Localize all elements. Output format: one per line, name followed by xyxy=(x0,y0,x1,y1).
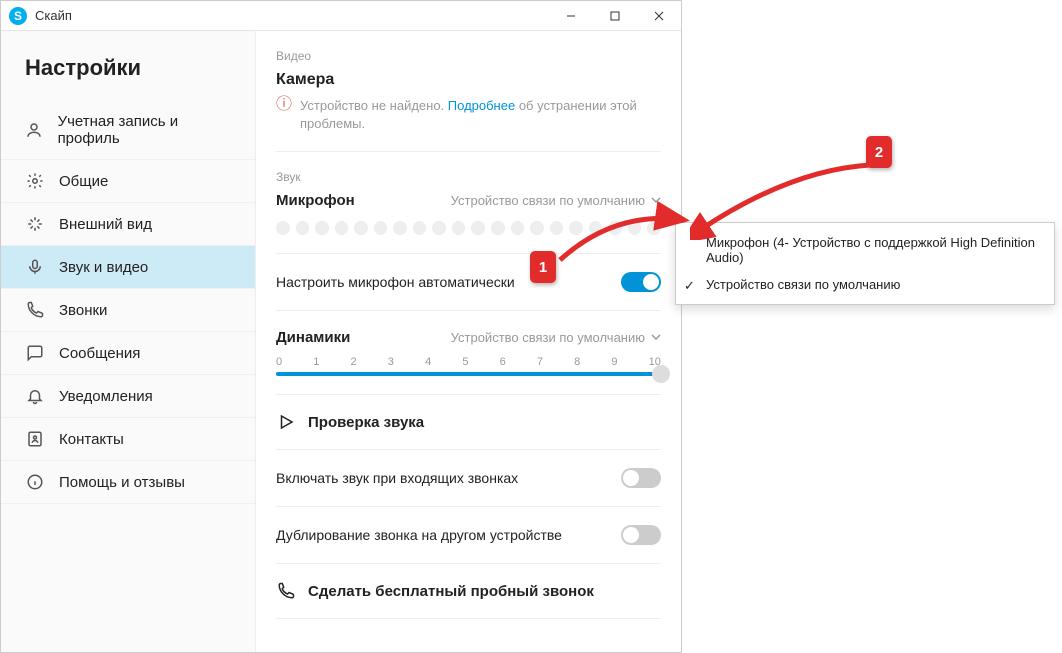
divider xyxy=(276,449,661,450)
slider-handle[interactable] xyxy=(652,365,670,383)
incoming-sound-toggle[interactable] xyxy=(621,468,661,488)
mic-option-default[interactable]: ✓ Устройство связи по умолчанию xyxy=(676,271,1054,298)
phone-icon xyxy=(276,582,296,600)
mic-title: Микрофон xyxy=(276,192,355,209)
mirror-call-toggle[interactable] xyxy=(621,525,661,545)
chevron-down-icon xyxy=(651,330,661,345)
app-window: S Скайп Настройки Учетная запись и профи… xyxy=(0,0,682,653)
play-icon xyxy=(276,413,296,431)
divider xyxy=(276,618,661,619)
maximize-button[interactable] xyxy=(593,1,637,31)
annotation-callout-1: 1 xyxy=(530,251,556,283)
sidebar-item-label: Учетная запись и профиль xyxy=(58,113,231,147)
annotation-arrow-2 xyxy=(690,160,880,240)
minimize-button[interactable] xyxy=(549,1,593,31)
sidebar-item-general[interactable]: Общие xyxy=(1,160,255,203)
sparkle-icon xyxy=(25,215,45,233)
skype-logo-icon: S xyxy=(9,7,27,25)
free-test-call-button[interactable]: Сделать бесплатный пробный звонок xyxy=(276,582,661,600)
info-icon xyxy=(25,473,45,491)
close-button[interactable] xyxy=(637,1,681,31)
sidebar-item-label: Звонки xyxy=(59,302,107,319)
sidebar-item-account[interactable]: Учетная запись и профиль xyxy=(1,101,255,160)
camera-title: Камера xyxy=(276,71,661,89)
incoming-sound-label: Включать звук при входящих звонках xyxy=(276,470,518,486)
auto-mic-toggle[interactable] xyxy=(621,272,661,292)
auto-mic-label: Настроить микрофон автоматически xyxy=(276,274,515,290)
sidebar-item-label: Контакты xyxy=(59,431,124,448)
learn-more-link[interactable]: Подробнее xyxy=(448,98,515,113)
contacts-icon xyxy=(25,430,45,448)
chat-icon xyxy=(25,344,45,362)
window-title: Скайп xyxy=(35,8,72,23)
window-controls xyxy=(549,1,681,31)
audio-section-label: Звук xyxy=(276,170,661,184)
sidebar-item-label: Помощь и отзывы xyxy=(59,474,185,491)
annotation-arrow-1 xyxy=(555,200,695,270)
camera-not-found: ⓘ Устройство не найдено. Подробнее об ус… xyxy=(276,97,661,133)
speakers-volume-slider[interactable]: 012345678910 xyxy=(276,356,661,376)
speakers-device-value: Устройство связи по умолчанию xyxy=(451,330,645,345)
check-icon: ✓ xyxy=(684,278,695,294)
phone-icon xyxy=(25,301,45,319)
titlebar: S Скайп xyxy=(1,1,681,31)
divider xyxy=(276,151,661,152)
main-panel: Видео Камера ⓘ Устройство не найдено. По… xyxy=(256,31,681,652)
settings-heading: Настройки xyxy=(1,55,255,101)
sidebar-item-label: Внешний вид xyxy=(59,216,152,233)
warning-icon: ⓘ xyxy=(276,97,292,113)
divider xyxy=(276,563,661,564)
sidebar-item-contacts[interactable]: Контакты xyxy=(1,418,255,461)
camera-not-found-text: Устройство не найдено. Подробнее об устр… xyxy=(300,97,661,133)
sidebar-item-label: Общие xyxy=(59,173,108,190)
mirror-call-label: Дублирование звонка на другом устройстве xyxy=(276,527,562,543)
divider xyxy=(276,506,661,507)
sidebar-item-messages[interactable]: Сообщения xyxy=(1,332,255,375)
sidebar-item-appearance[interactable]: Внешний вид xyxy=(1,203,255,246)
speakers-title: Динамики xyxy=(276,329,350,346)
window-body: Настройки Учетная запись и профиль Общие… xyxy=(1,31,681,652)
microphone-icon xyxy=(25,258,45,276)
video-section-label: Видео xyxy=(276,49,661,63)
divider xyxy=(276,310,661,311)
gear-icon xyxy=(25,172,45,190)
speakers-device-dropdown[interactable]: Устройство связи по умолчанию xyxy=(451,330,661,345)
sidebar-item-label: Звук и видео xyxy=(59,259,148,276)
sidebar-item-help[interactable]: Помощь и отзывы xyxy=(1,461,255,504)
sidebar-item-notifications[interactable]: Уведомления xyxy=(1,375,255,418)
sidebar-item-label: Сообщения xyxy=(59,345,140,362)
sidebar-item-label: Уведомления xyxy=(59,388,153,405)
user-icon xyxy=(25,121,44,139)
bell-icon xyxy=(25,387,45,405)
sidebar: Настройки Учетная запись и профиль Общие… xyxy=(1,31,256,652)
sidebar-item-audio-video[interactable]: Звук и видео xyxy=(1,246,255,289)
test-audio-button[interactable]: Проверка звука xyxy=(276,413,661,431)
divider xyxy=(276,394,661,395)
sidebar-item-calls[interactable]: Звонки xyxy=(1,289,255,332)
